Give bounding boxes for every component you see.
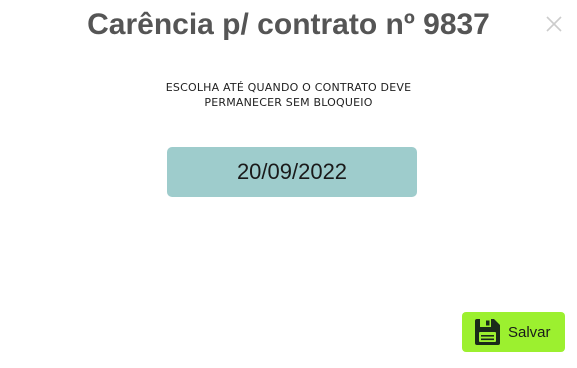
close-icon xyxy=(546,16,562,32)
instruction-line-1: ESCOLHA ATÉ QUANDO O CONTRATO DEVE xyxy=(165,81,412,94)
instruction-text: ESCOLHA ATÉ QUANDO O CONTRATO DEVE PERMA… xyxy=(0,80,577,110)
floppy-disk-icon xyxy=(475,319,500,345)
close-button[interactable] xyxy=(543,13,565,35)
save-button-label: Salvar xyxy=(508,323,551,341)
dialog-title: Carência p/ contrato nº 9837 xyxy=(87,8,490,41)
carencia-dialog: Carência p/ contrato nº 9837 ESCOLHA ATÉ… xyxy=(0,0,577,368)
save-button[interactable]: Salvar xyxy=(462,312,565,352)
date-input[interactable] xyxy=(167,147,417,197)
instruction-line-2: PERMANECER SEM BLOQUEIO xyxy=(204,96,373,109)
